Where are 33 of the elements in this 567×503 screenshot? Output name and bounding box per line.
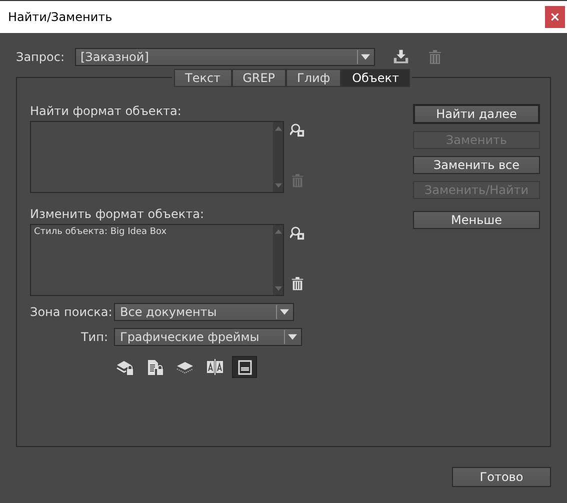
action-button[interactable]: Заменить все	[413, 156, 540, 174]
trash-icon[interactable]	[290, 276, 305, 291]
specify-format-icon[interactable]	[290, 123, 305, 138]
type-label: Тип:	[80, 330, 108, 344]
specify-format-icon[interactable]	[290, 226, 305, 241]
window-title: Найти/Заменить	[8, 10, 112, 24]
locked-layers-icon	[116, 359, 134, 375]
find-format-label: Найти формат объекта:	[30, 104, 182, 118]
tab[interactable]: GREP	[232, 69, 286, 87]
tab[interactable]: Текст	[174, 69, 232, 87]
search-zone-dropdown[interactable]: Все документы	[114, 303, 294, 321]
format-field[interactable]	[30, 121, 284, 193]
close-button[interactable]: ×	[545, 6, 565, 28]
locked-document-icon	[146, 359, 164, 375]
query-dropdown[interactable]: [Заказной]	[74, 48, 374, 66]
caret-icon	[288, 334, 297, 340]
action-button[interactable]: Меньше	[413, 211, 540, 229]
save-query-icon[interactable]	[392, 49, 408, 65]
done-button[interactable]: Готово	[452, 467, 551, 487]
query-label: Запрос:	[16, 50, 64, 64]
format-field[interactable]: Стиль объекта: Big Idea Box	[30, 224, 284, 296]
pages-icon	[206, 359, 224, 375]
action-button[interactable]: Найти далее	[413, 104, 540, 124]
type-dropdown[interactable]: Графические фреймы	[114, 328, 302, 346]
document-lines-toggle[interactable]	[232, 356, 257, 378]
tab[interactable]: Глиф	[286, 69, 342, 87]
change-format-label: Изменить формат объекта:	[30, 207, 205, 221]
caret-icon	[280, 309, 289, 315]
tab[interactable]: Объект	[341, 69, 410, 87]
format-text: Стиль объекта: Big Idea Box	[34, 227, 167, 237]
caret-icon	[360, 54, 370, 60]
document-lines-icon	[236, 359, 254, 375]
layers-icon	[176, 359, 194, 375]
